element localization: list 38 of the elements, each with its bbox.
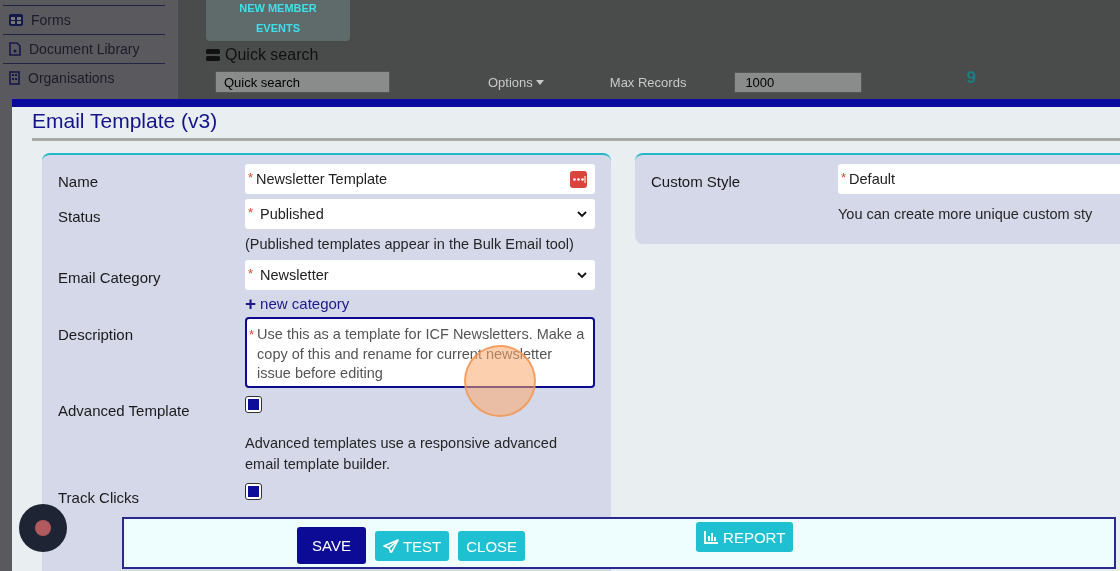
help-text: Advanced templates use a responsive advanced email template builder.: [245, 434, 558, 474]
document-icon: [9, 42, 21, 56]
field-label: Advanced Template: [58, 401, 191, 421]
chart-icon: [704, 530, 720, 544]
dropdown-field[interactable]: * Newsletter: [245, 260, 595, 290]
field-label: Status: [58, 207, 102, 227]
max-records-label: Max Records: [609, 74, 687, 90]
menu-item[interactable]: EVENTS: [256, 15, 300, 41]
dropdown-field[interactable]: * Published: [245, 199, 595, 229]
field-label: Description: [58, 325, 135, 345]
building-icon: [9, 71, 20, 85]
record-button[interactable]: [19, 504, 67, 552]
help-text: (Published templates appear in the Bulk Email tool): [245, 235, 575, 254]
dots-icon: [570, 170, 587, 188]
record-count: 9: [966, 68, 976, 88]
checkbox[interactable]: [245, 396, 262, 413]
options-dropdown[interactable]: Options: [488, 74, 544, 90]
field-label: Custom Style: [651, 172, 742, 192]
help-text: You can create more unique custom sty: [838, 205, 1094, 224]
menu-item[interactable]: NEW MEMBER: [239, 1, 317, 15]
dialog-title: Email Template (v3): [31, 108, 219, 134]
chevron-down-icon: [577, 271, 587, 279]
search-field[interactable]: Quick search: [215, 71, 390, 93]
server-icon: [206, 49, 220, 61]
action-button[interactable]: SAVE: [297, 526, 366, 564]
field-label: Track Clicks: [58, 488, 141, 506]
text-field[interactable]: * Default: [838, 164, 1120, 194]
max-records-field[interactable]: 1000: [734, 71, 863, 93]
chevron-down-icon: [577, 210, 587, 218]
new-category-link[interactable]: + new category: [245, 295, 350, 312]
text-field[interactable]: * Newsletter Template: [245, 164, 595, 194]
field-label: Name: [58, 172, 99, 192]
section-title: Quick search: [225, 46, 319, 64]
field-label: Email Category: [58, 268, 162, 288]
send-icon: [382, 539, 399, 553]
caret-down-icon: [535, 79, 544, 85]
table-icon: [9, 14, 23, 26]
checkbox[interactable]: [245, 483, 262, 500]
